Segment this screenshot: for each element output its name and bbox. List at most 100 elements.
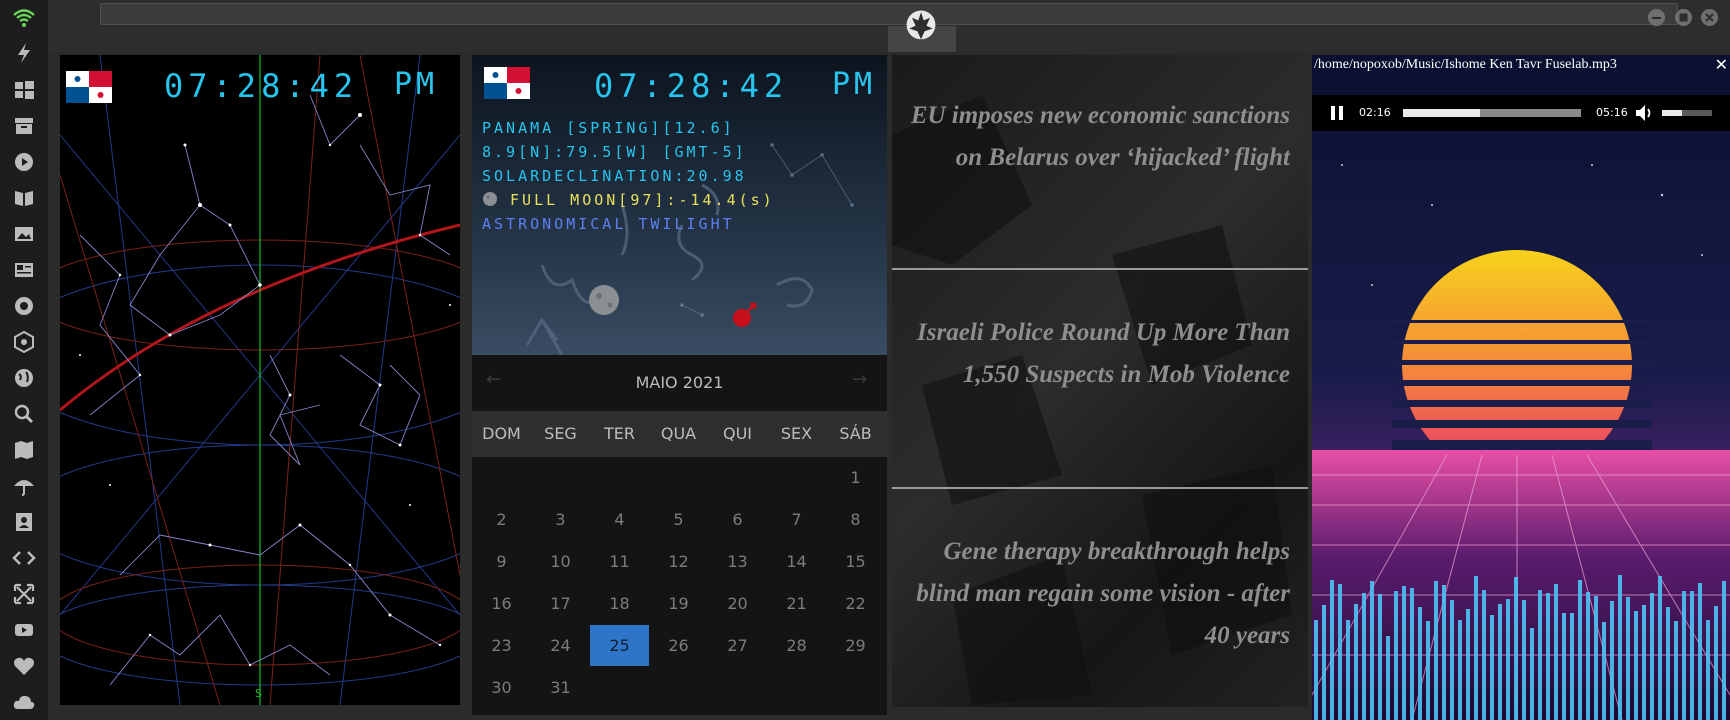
play-icon[interactable] — [12, 150, 36, 174]
visualizer-bar — [1490, 615, 1494, 720]
visualizer-bar — [1674, 621, 1678, 720]
news-divider — [892, 487, 1308, 489]
track-path-text: /home/nopoxob/Music/Ishome Ken Tavr Fuse… — [1314, 57, 1617, 72]
calendar-day[interactable]: 15 — [826, 541, 885, 582]
address-bar[interactable] — [100, 3, 1678, 25]
visualizer-bar — [1610, 601, 1614, 720]
calendar-day[interactable]: 20 — [708, 583, 767, 624]
moon-phase-text: FULL MOON[97]:-14.4(s) — [510, 191, 775, 209]
visualizer-bar — [1554, 584, 1558, 720]
twilight-status: ASTRONOMICAL TWILIGHT — [482, 215, 735, 233]
visualizer-bar — [1330, 580, 1334, 720]
calendar-day[interactable]: 17 — [531, 583, 590, 624]
calendar-panel: 07:28:42 PM PANAMA [SPRING][12.6] 8.9[N]… — [472, 55, 887, 715]
calendar-day[interactable]: 19 — [649, 583, 708, 624]
pause-icon[interactable] — [1329, 105, 1345, 121]
calendar-day[interactable]: 22 — [826, 583, 885, 624]
volume-fill — [1662, 110, 1682, 116]
music-player: /home/nopoxob/Music/Ishome Ken Tavr Fuse… — [1312, 55, 1730, 720]
calendar-day[interactable]: 14 — [767, 541, 826, 582]
image-icon[interactable] — [12, 222, 36, 246]
umbrella-icon[interactable] — [12, 474, 36, 498]
calendar-day[interactable]: 26 — [649, 625, 708, 666]
progress-bar[interactable] — [1403, 109, 1581, 117]
calendar-day[interactable]: 31 — [531, 667, 590, 708]
calendar-day[interactable]: 29 — [826, 625, 885, 666]
calendar-day[interactable]: 7 — [767, 499, 826, 540]
synthwave-artwork — [1312, 55, 1730, 720]
clock-time: 07:28:42 — [164, 67, 359, 105]
visualizer-bar — [1578, 580, 1582, 720]
sky-map-panel[interactable]: S 07:28:42 PM — [60, 55, 460, 705]
news-headline-3[interactable]: Gene therapy breakthrough helps blind ma… — [902, 531, 1290, 657]
calendar-day[interactable]: 8 — [826, 499, 885, 540]
visualizer-bar — [1562, 613, 1566, 720]
news-headline-1[interactable]: EU imposes new economic sanctions on Bel… — [902, 95, 1290, 179]
archive-icon[interactable] — [12, 114, 36, 138]
calendar-day[interactable]: 16 — [472, 583, 531, 624]
visualizer-bar — [1690, 591, 1694, 720]
news-headline-2[interactable]: Israeli Police Round Up More Than 1,550 … — [902, 312, 1290, 396]
calendar-day-selected[interactable]: 25 — [590, 625, 649, 666]
calendar-day[interactable]: 5 — [649, 499, 708, 540]
wifi-icon[interactable] — [12, 6, 36, 30]
calendar-day[interactable]: 6 — [708, 499, 767, 540]
heart-icon[interactable] — [12, 654, 36, 678]
search-icon[interactable] — [12, 402, 36, 426]
map-icon[interactable] — [12, 438, 36, 462]
cloud-icon[interactable] — [12, 690, 36, 714]
visualizer-bar — [1370, 581, 1374, 720]
close-window-button[interactable] — [1701, 9, 1718, 26]
calendar-day[interactable]: 23 — [472, 625, 531, 666]
calendar-day[interactable]: 13 — [708, 541, 767, 582]
flash-icon[interactable] — [12, 41, 36, 65]
aperture-icon[interactable] — [12, 294, 36, 318]
calendar-day[interactable]: 1 — [826, 457, 885, 498]
coordinates: 8.9[N]:79.5[W] [GMT-5] — [482, 143, 747, 161]
visualizer-bar — [1602, 622, 1606, 720]
youtube-icon[interactable] — [12, 618, 36, 642]
astro-info-panel: 07:28:42 PM PANAMA [SPRING][12.6] 8.9[N]… — [472, 55, 887, 355]
calendar-day[interactable]: 27 — [708, 625, 767, 666]
windows-icon[interactable] — [12, 78, 36, 102]
calendar-day[interactable]: 24 — [531, 625, 590, 666]
news-divider — [892, 268, 1308, 270]
contact-icon[interactable] — [12, 510, 36, 534]
code-icon[interactable] — [12, 546, 36, 570]
calendar-day[interactable]: 11 — [590, 541, 649, 582]
calendar-day[interactable]: 9 — [472, 541, 531, 582]
visualizer-bar — [1666, 607, 1670, 720]
calendar-day[interactable]: 10 — [531, 541, 590, 582]
weekday-label: SEG — [544, 424, 577, 443]
next-month-button[interactable]: → — [852, 369, 867, 390]
news-icon[interactable] — [12, 258, 36, 282]
visualizer-bar — [1338, 584, 1342, 720]
clock-ampm: PM — [394, 67, 439, 102]
minimize-button[interactable] — [1648, 9, 1665, 26]
rebel-alliance-logo-icon — [906, 10, 936, 40]
moon-icon — [483, 192, 497, 206]
close-player-button[interactable]: ✕ — [1715, 55, 1728, 75]
calendar-day[interactable]: 2 — [472, 499, 531, 540]
maximize-button[interactable] — [1675, 9, 1692, 26]
calendar-day[interactable]: 21 — [767, 583, 826, 624]
calendar-day[interactable]: 28 — [767, 625, 826, 666]
volume-slider[interactable] — [1662, 110, 1712, 116]
calendar-day[interactable]: 12 — [649, 541, 708, 582]
visualizer-bar — [1466, 609, 1470, 720]
month-title: MAIO 2021 — [635, 373, 724, 392]
globe-icon[interactable] — [12, 366, 36, 390]
visualizer-bar — [1618, 575, 1622, 720]
calendar-day[interactable]: 3 — [531, 499, 590, 540]
progress-fill — [1403, 109, 1480, 117]
expand-icon[interactable] — [12, 582, 36, 606]
weekday-label: QUI — [722, 424, 753, 443]
book-icon[interactable] — [12, 186, 36, 210]
calendar-day[interactable]: 30 — [472, 667, 531, 708]
hexagon-icon[interactable] — [12, 330, 36, 354]
calendar-day[interactable]: 18 — [590, 583, 649, 624]
weekday-label: TER — [604, 424, 635, 443]
month-header: ← MAIO 2021 → — [472, 355, 887, 411]
calendar-day[interactable]: 4 — [590, 499, 649, 540]
volume-icon[interactable] — [1634, 104, 1654, 122]
